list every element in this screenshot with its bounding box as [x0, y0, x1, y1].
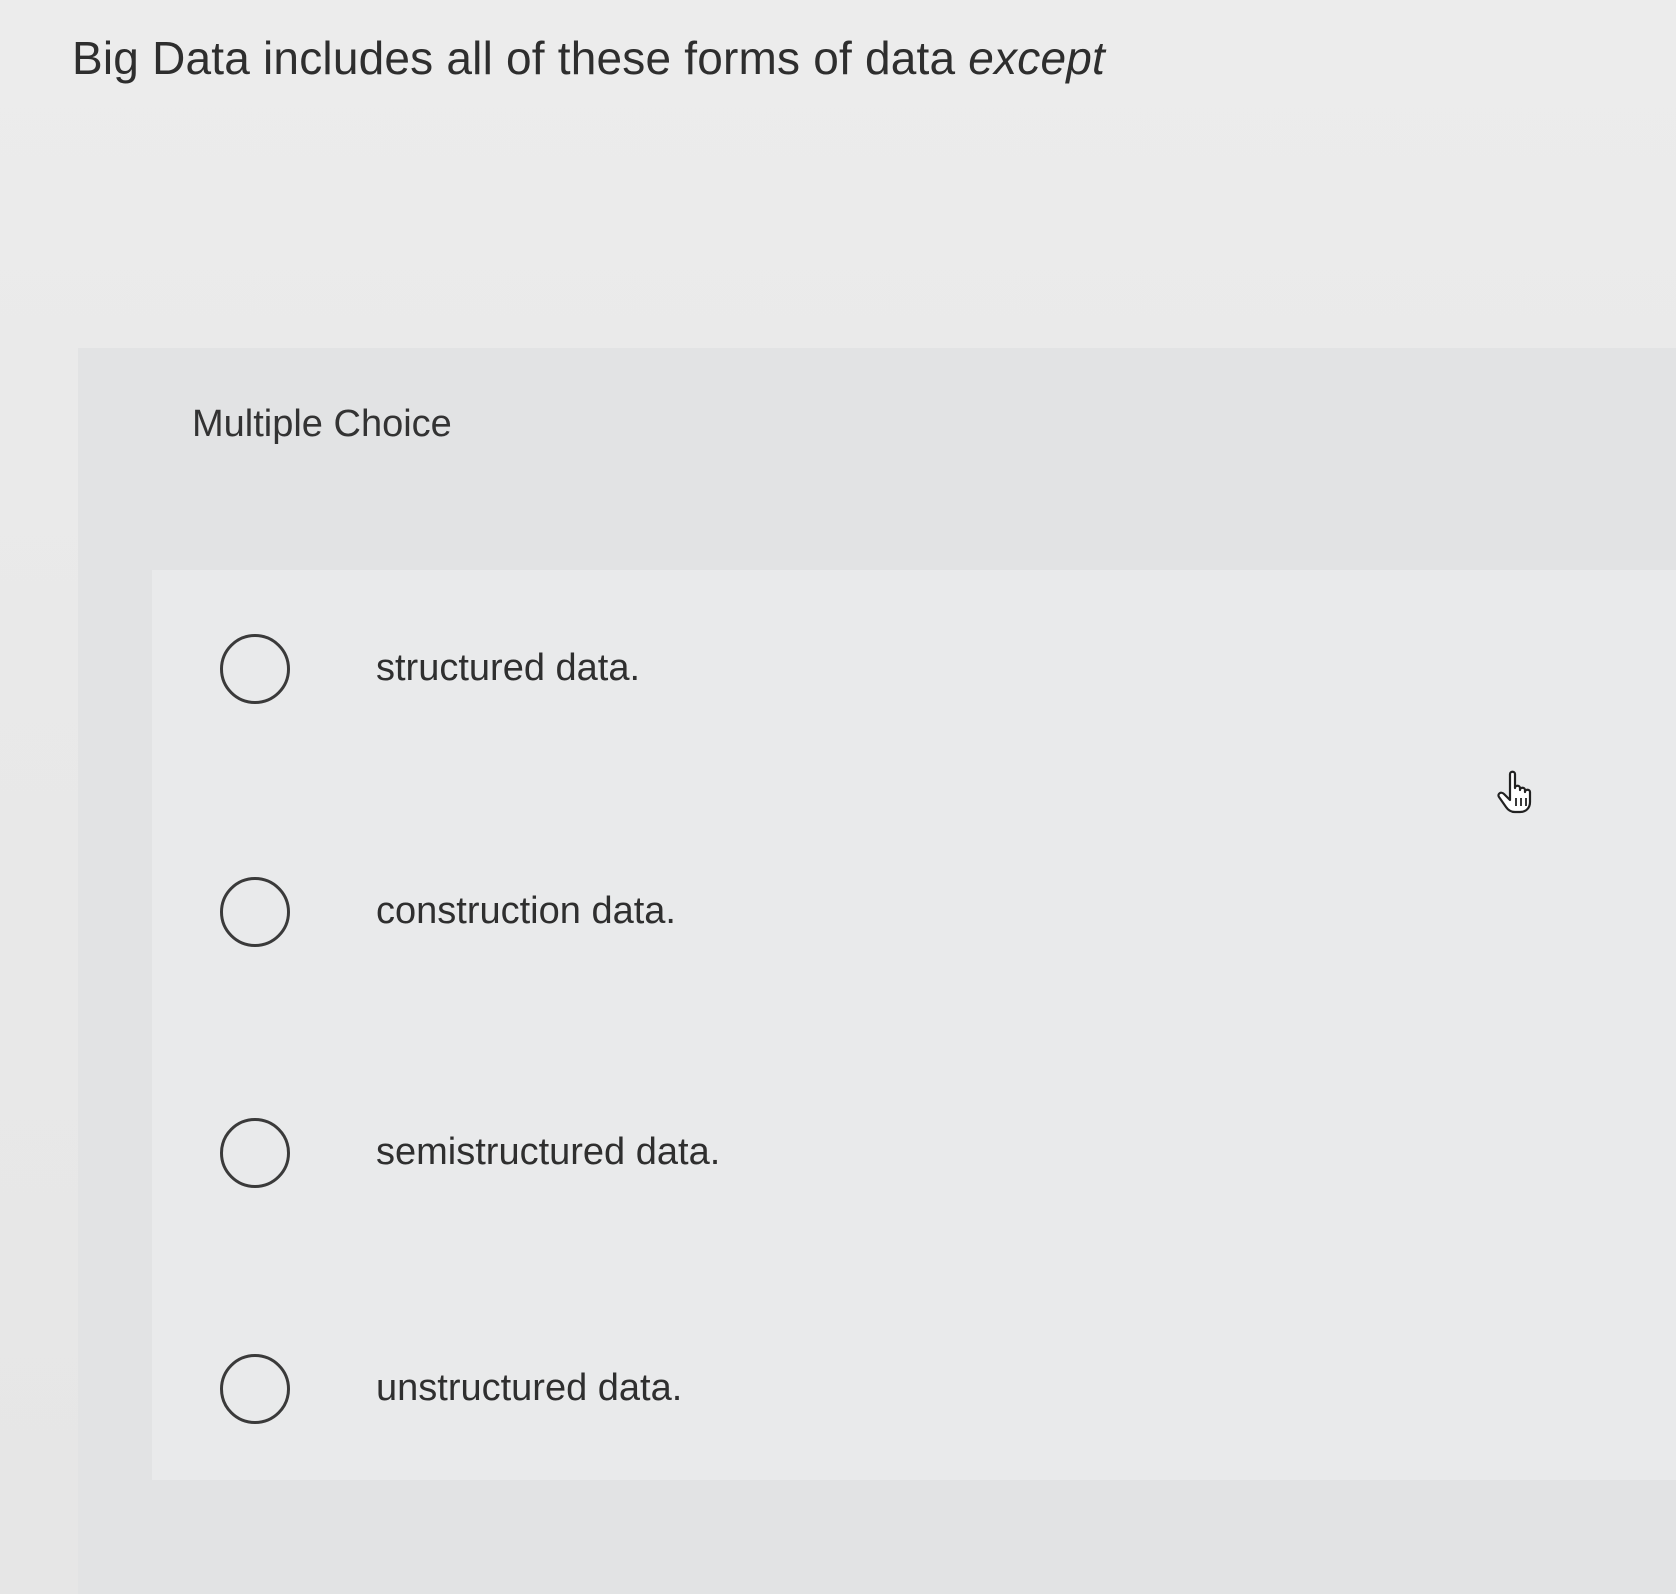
question-text: Big Data includes all of these forms of …: [72, 30, 1105, 86]
question-stem: Big Data includes all of these forms of …: [72, 32, 956, 84]
answer-choices: structured data. construction data. semi…: [152, 570, 1676, 1480]
choice-semistructured-data[interactable]: semistructured data.: [152, 1054, 1676, 1254]
choice-label: structured data.: [376, 647, 641, 689]
radio-button[interactable]: [220, 877, 290, 947]
radio-button[interactable]: [220, 634, 290, 704]
choice-unstructured-data[interactable]: unstructured data.: [152, 1290, 1676, 1490]
choice-construction-data[interactable]: construction data.: [152, 813, 1676, 1013]
question-emphasis: except: [968, 32, 1105, 84]
multiple-choice-label: Multiple Choice: [192, 403, 452, 445]
choice-structured-data[interactable]: structured data.: [152, 570, 1676, 770]
hand-pointer-icon: [1496, 768, 1544, 816]
choice-label: semistructured data.: [376, 1131, 721, 1173]
radio-button[interactable]: [220, 1118, 290, 1188]
choice-label: construction data.: [376, 890, 676, 932]
choice-label: unstructured data.: [376, 1367, 683, 1409]
radio-button[interactable]: [220, 1354, 290, 1424]
